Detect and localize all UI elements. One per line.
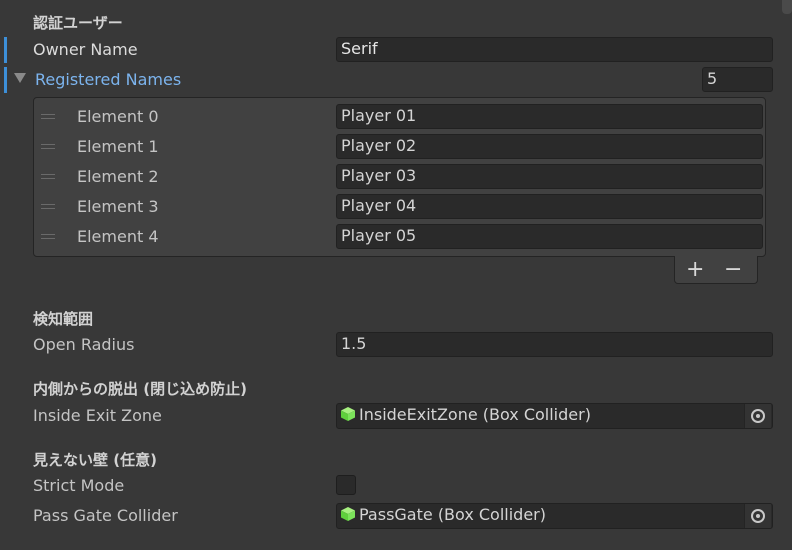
pass-gate-collider-value: PassGate (Box Collider) <box>359 505 546 524</box>
element-label: Element 1 <box>77 137 159 156</box>
inside-exit-zone-field[interactable]: InsideExitZone (Box Collider) <box>336 403 773 429</box>
element-label: Element 0 <box>77 107 159 126</box>
drag-handle-icon[interactable] <box>41 144 55 150</box>
drag-handle-icon[interactable] <box>41 204 55 210</box>
element-field[interactable]: Player 05 <box>336 224 763 249</box>
section-header-detect: 検知範囲 <box>33 310 94 328</box>
strict-mode-checkbox[interactable] <box>336 475 356 495</box>
drag-handle-icon[interactable] <box>41 174 55 180</box>
inside-exit-zone-label: Inside Exit Zone <box>33 406 162 425</box>
section-header-wall: 見えない壁 (任意) <box>33 451 157 469</box>
element-field[interactable]: Player 03 <box>336 164 763 189</box>
scrollbar-thumb[interactable] <box>782 0 792 14</box>
section-header-exit: 内側からの脱出 (閉じ込め防止) <box>33 380 247 398</box>
open-radius-field[interactable]: 1.5 <box>336 332 773 357</box>
pass-gate-collider-label: Pass Gate Collider <box>33 506 178 525</box>
target-icon <box>751 409 765 423</box>
object-picker-button[interactable] <box>744 504 771 528</box>
collider-cube-icon <box>341 507 355 521</box>
drag-handle-icon[interactable] <box>41 234 55 240</box>
remove-element-button[interactable]: − <box>724 258 742 282</box>
strict-mode-label: Strict Mode <box>33 476 125 495</box>
element-field[interactable]: Player 02 <box>336 134 763 159</box>
pass-gate-collider-field[interactable]: PassGate (Box Collider) <box>336 503 773 529</box>
owner-name-label: Owner Name <box>33 40 138 59</box>
section-header-auth: 認証ユーザー <box>33 14 123 32</box>
foldout-arrow-icon[interactable] <box>14 73 26 83</box>
element-label: Element 2 <box>77 167 159 186</box>
element-field[interactable]: Player 01 <box>336 104 763 129</box>
owner-name-field[interactable]: Serif <box>336 37 773 62</box>
object-picker-button[interactable] <box>744 404 771 428</box>
open-radius-label: Open Radius <box>33 335 135 354</box>
modified-indicator <box>4 37 7 63</box>
target-icon <box>751 509 765 523</box>
registered-names-size-field[interactable]: 5 <box>702 67 773 92</box>
collider-cube-icon <box>341 407 355 421</box>
modified-indicator <box>4 67 7 93</box>
element-label: Element 3 <box>77 197 159 216</box>
drag-handle-icon[interactable] <box>41 114 55 120</box>
add-element-button[interactable]: + <box>686 258 704 282</box>
element-label: Element 4 <box>77 227 159 246</box>
element-field[interactable]: Player 04 <box>336 194 763 219</box>
inside-exit-zone-value: InsideExitZone (Box Collider) <box>359 405 591 424</box>
registered-names-label[interactable]: Registered Names <box>35 70 181 89</box>
